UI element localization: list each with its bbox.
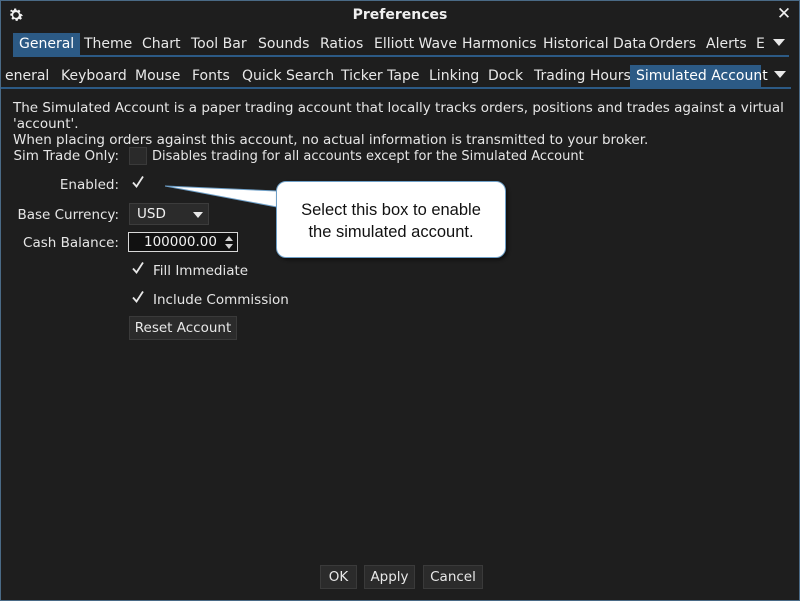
main-tab-bar: General Theme Chart Tool Bar Sounds Rati… xyxy=(13,33,789,55)
callout-tooltip: Select this box to enable the simulated … xyxy=(276,181,506,258)
window-title: Preferences xyxy=(352,7,448,23)
sub-tabs-overflow-icon[interactable] xyxy=(774,71,786,78)
description-line-1: The Simulated Account is a paper trading… xyxy=(13,100,784,132)
tab-theme[interactable]: Theme xyxy=(78,33,138,55)
cash-balance-value: 100000.00 xyxy=(143,234,217,250)
main-tabs-overflow-icon[interactable] xyxy=(773,39,785,46)
subtab-fonts[interactable]: Fonts xyxy=(186,65,236,87)
tab-harmonics[interactable]: Harmonics xyxy=(456,33,543,55)
checkmark-icon xyxy=(132,176,144,188)
subtab-general[interactable]: eneral xyxy=(1,65,55,87)
preferences-window: Preferences ✕ General Theme Chart Tool B… xyxy=(0,0,800,601)
sub-tab-bar: eneral Keyboard Mouse Fonts Quick Search… xyxy=(1,65,791,87)
spin-up-icon[interactable] xyxy=(225,236,233,241)
tab-orders[interactable]: Orders xyxy=(643,33,702,55)
callout-line-2: the simulated account. xyxy=(308,223,474,241)
tab-general[interactable]: General xyxy=(13,33,81,55)
sim-trade-only-checkbox[interactable] xyxy=(129,147,147,165)
tab-alerts[interactable]: Alerts xyxy=(700,33,753,55)
callout-line-1: Select this box to enable xyxy=(301,201,481,219)
include-commission-checkbox[interactable] xyxy=(129,290,147,308)
fill-immediate-checkbox[interactable] xyxy=(129,261,147,279)
subtab-trading-hours[interactable]: Trading Hours xyxy=(528,65,637,87)
spin-down-icon[interactable] xyxy=(225,244,233,249)
cash-balance-label: Cash Balance: xyxy=(23,235,119,251)
cancel-button[interactable]: Cancel xyxy=(423,565,483,589)
subtab-simulated-account[interactable]: Simulated Account xyxy=(630,65,768,87)
tab-truncated[interactable]: E xyxy=(750,33,771,55)
subtab-ticker-tape[interactable]: Ticker Tape xyxy=(335,65,425,87)
sim-trade-only-label: Sim Trade Only: xyxy=(13,148,119,164)
tab-chart[interactable]: Chart xyxy=(136,33,186,55)
subtab-keyboard[interactable]: Keyboard xyxy=(55,65,133,87)
tab-elliott-wave[interactable]: Elliott Wave xyxy=(368,33,463,55)
tab-historical-data[interactable]: Historical Data xyxy=(537,33,652,55)
fill-immediate-label: Fill Immediate xyxy=(153,263,249,279)
tab-sounds[interactable]: Sounds xyxy=(252,33,315,55)
reset-account-button[interactable]: Reset Account xyxy=(129,316,237,340)
base-currency-label: Base Currency: xyxy=(17,207,119,223)
description: The Simulated Account is a paper trading… xyxy=(13,100,789,148)
apply-button[interactable]: Apply xyxy=(364,565,415,589)
subtab-quick-search[interactable]: Quick Search xyxy=(236,65,340,87)
callout-text: Select this box to enable the simulated … xyxy=(277,199,505,243)
enabled-label: Enabled: xyxy=(59,177,119,193)
subtab-dock[interactable]: Dock xyxy=(482,65,529,87)
base-currency-value: USD xyxy=(137,206,166,222)
checkmark-icon xyxy=(132,262,144,274)
main-tab-underline xyxy=(13,55,789,57)
tab-tool-bar[interactable]: Tool Bar xyxy=(185,33,253,55)
enabled-checkbox[interactable] xyxy=(129,175,147,193)
title-bar: Preferences ✕ xyxy=(1,1,799,31)
ok-button[interactable]: OK xyxy=(320,565,357,589)
sim-trade-only-hint: Disables trading for all accounts except… xyxy=(152,149,584,164)
checkmark-icon xyxy=(132,291,144,303)
subtab-linking[interactable]: Linking xyxy=(423,65,485,87)
close-icon[interactable]: ✕ xyxy=(775,5,793,23)
callout-pointer xyxy=(165,185,278,208)
sub-tab-underline xyxy=(1,87,791,89)
description-line-2: When placing orders against this account… xyxy=(13,132,649,148)
subtab-mouse[interactable]: Mouse xyxy=(129,65,186,87)
chevron-down-icon xyxy=(193,212,203,218)
cash-balance-input[interactable]: 100000.00 xyxy=(128,232,238,252)
tab-ratios[interactable]: Ratios xyxy=(314,33,369,55)
include-commission-label: Include Commission xyxy=(153,292,289,308)
